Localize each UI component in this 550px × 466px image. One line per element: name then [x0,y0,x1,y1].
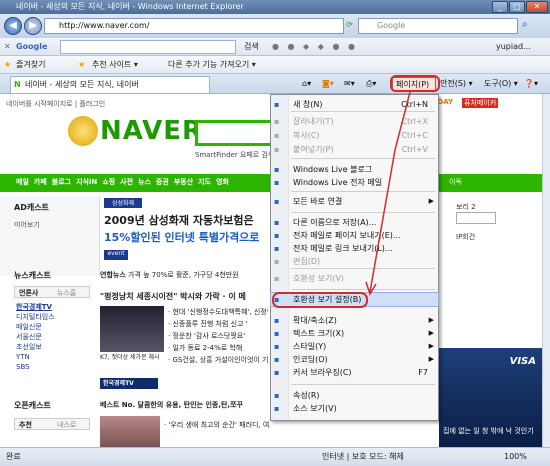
zoom-level[interactable]: 100% [504,448,527,466]
security-zone[interactable]: 인터넷 | 보호 모드: 해제 [322,448,404,466]
status-text: 완료 [6,452,21,461]
annotation-arrow [365,91,411,296]
status-bar: 완료 인터넷 | 보호 모드: 해제 100% [0,447,550,466]
